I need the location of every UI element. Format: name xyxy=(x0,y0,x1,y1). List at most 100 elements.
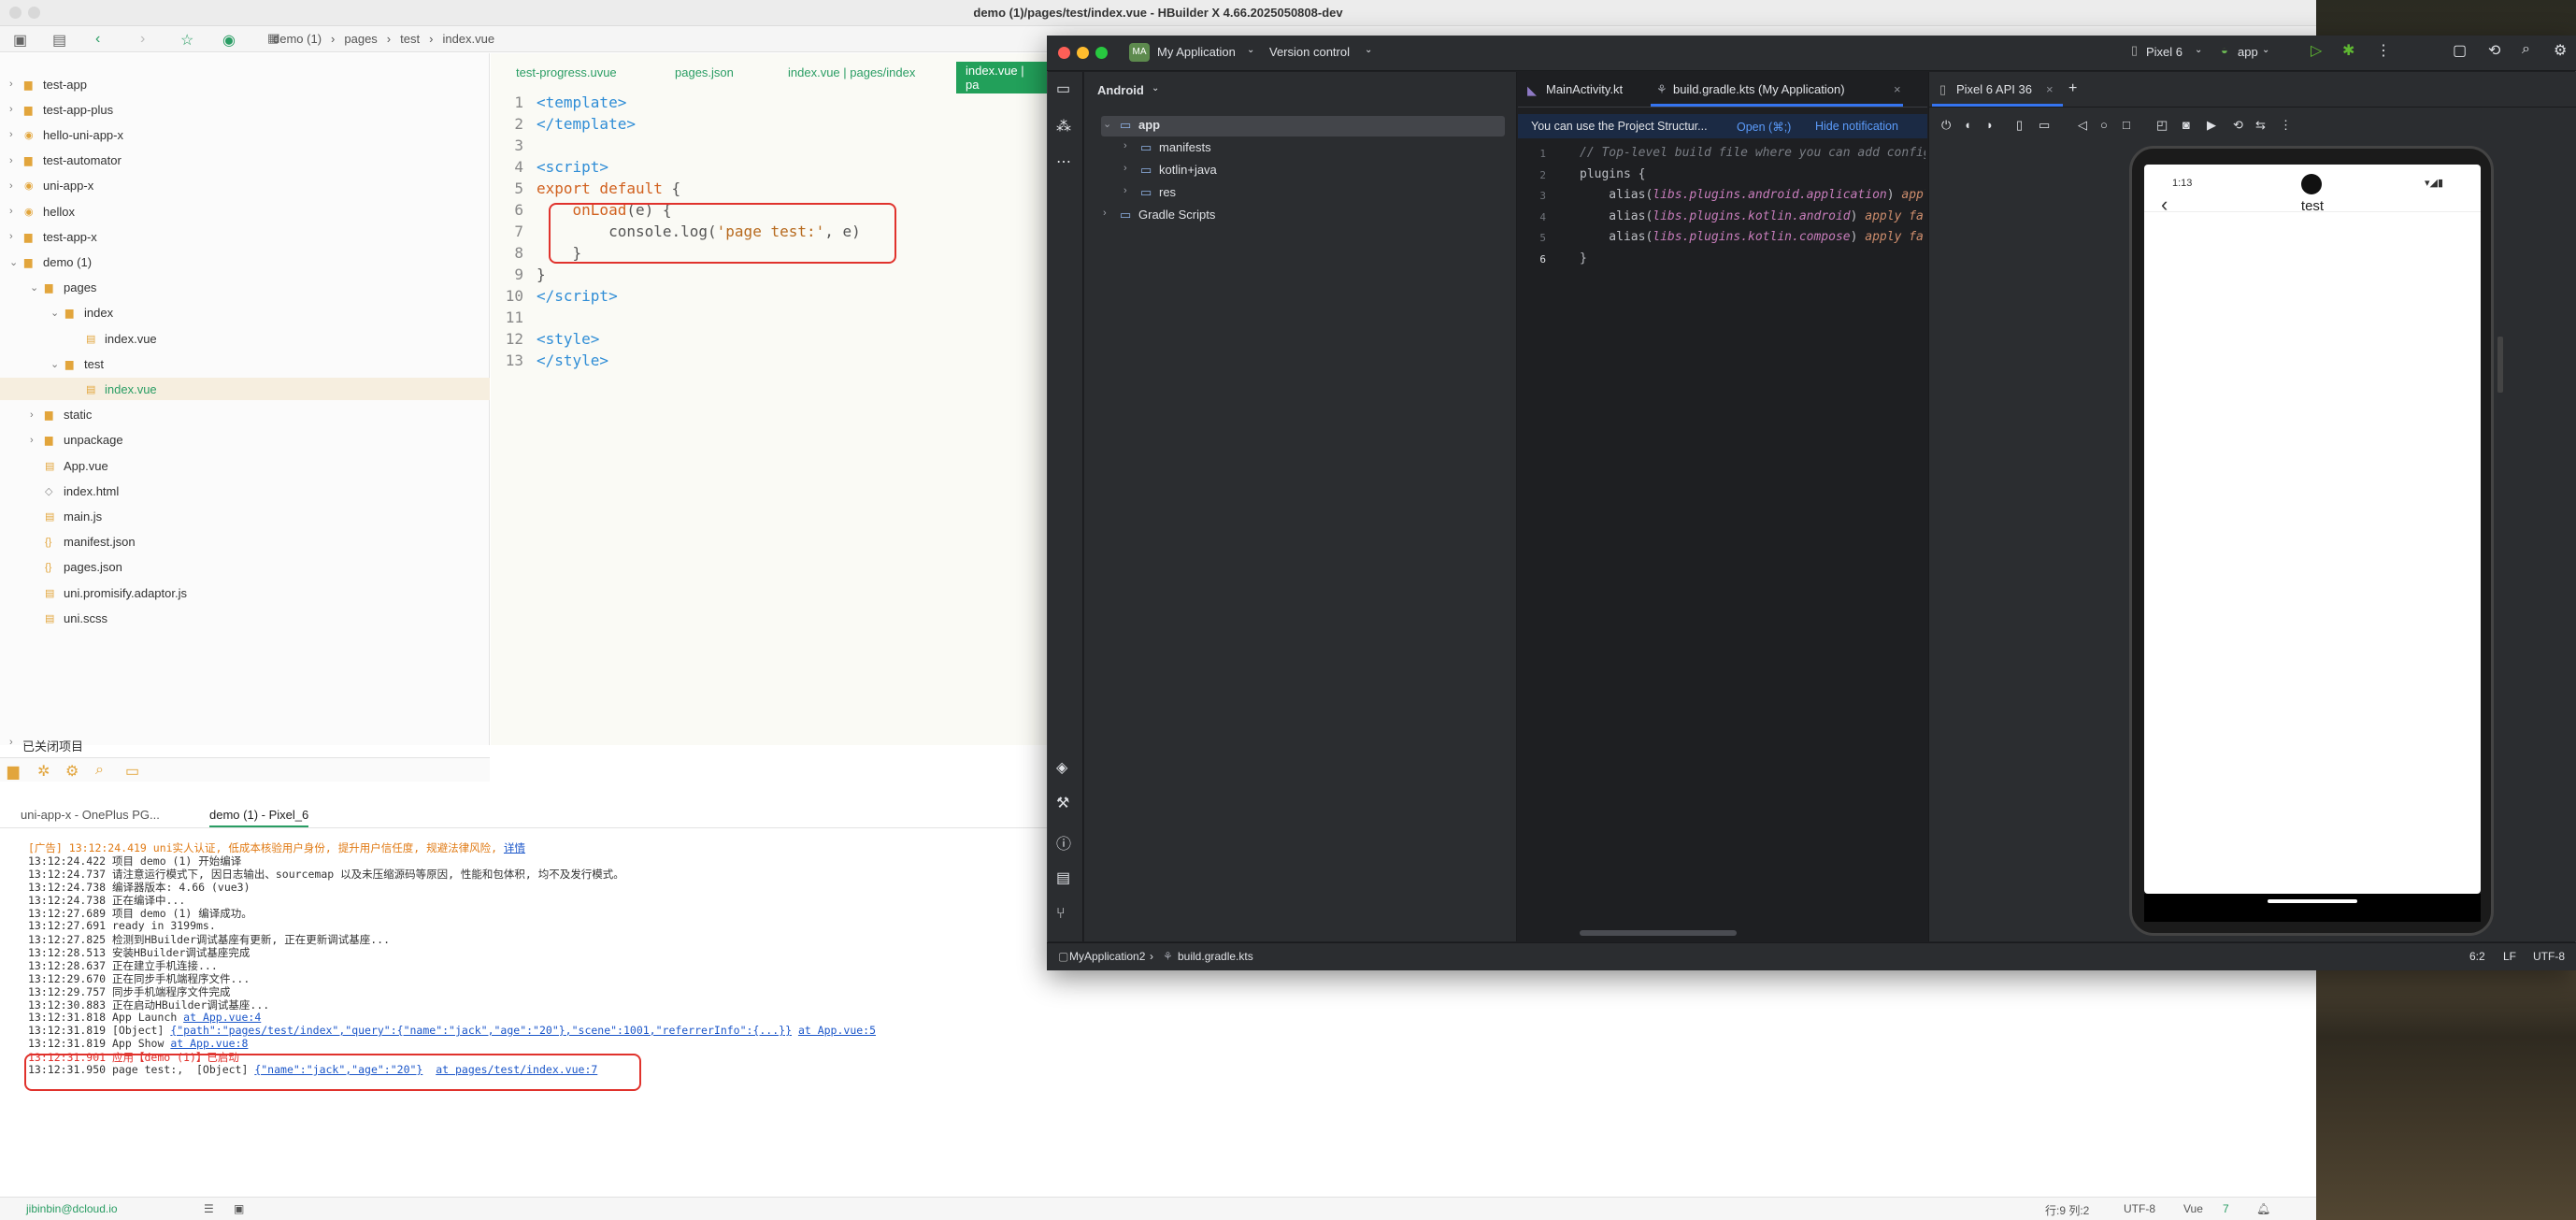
tree-item[interactable]: ▤ uni.promisify.adaptor.js xyxy=(0,581,490,604)
run-config-selector[interactable]: app xyxy=(2238,45,2258,59)
console-tab[interactable]: demo (1) - Pixel_6 xyxy=(209,808,309,827)
rotate-right-icon[interactable]: ▭ xyxy=(2039,118,2050,133)
terminal-icon[interactable]: ▣ xyxy=(234,1202,244,1215)
device-manager-icon[interactable]: ▢ xyxy=(2453,41,2467,60)
tree-item[interactable]: › ▆ test-app xyxy=(0,73,490,95)
fold-icon[interactable]: ◰ xyxy=(2156,118,2168,133)
gem-icon[interactable]: ◈ xyxy=(1056,758,1067,777)
tab-index-vue[interactable]: index.vue | pages/index xyxy=(788,65,915,79)
forward-icon[interactable]: › xyxy=(140,31,145,48)
tab-test-index-vue[interactable]: index.vue | pa xyxy=(956,62,1047,93)
back-icon[interactable]: ‹ xyxy=(95,31,100,48)
close-tab-icon[interactable]: × xyxy=(2046,82,2054,96)
tree-item[interactable]: › ◉ hello-uni-app-x xyxy=(0,123,490,146)
search-icon[interactable]: ⌕ xyxy=(2522,41,2530,58)
debug-icon[interactable]: ✱ xyxy=(2342,41,2354,60)
crumb-item[interactable]: index.vue xyxy=(442,32,494,46)
tree-item[interactable]: › ▆ unpackage xyxy=(0,429,490,452)
git-icon[interactable]: ⑂ xyxy=(1056,906,1066,923)
add-tab-icon[interactable]: + xyxy=(2068,80,2077,97)
device-selector[interactable]: Pixel 6 xyxy=(2146,45,2182,59)
home-icon[interactable]: ○ xyxy=(2100,118,2108,132)
bell-icon[interactable]: 🔔︎ xyxy=(2256,1202,2270,1215)
as-tree-item[interactable]: app xyxy=(1138,118,1160,132)
line-separator[interactable]: LF xyxy=(2503,950,2516,963)
tree-item[interactable]: ▤ index.vue xyxy=(0,378,490,401)
problems-icon[interactable]: ⓘ xyxy=(1056,831,1071,854)
new-file-icon[interactable]: ▣ xyxy=(13,31,27,50)
tree-item[interactable]: ⌄ ▆ index xyxy=(0,302,490,324)
encoding[interactable]: UTF-8 xyxy=(2124,1202,2155,1215)
tree-item[interactable]: ◇ index.html xyxy=(0,480,490,502)
close-tab-icon[interactable]: × xyxy=(1894,82,1901,96)
cursor-position[interactable]: 6:2 xyxy=(2469,950,2485,963)
gear-icon[interactable]: ⚙ xyxy=(2554,41,2567,60)
tree-item[interactable]: › ▆ static xyxy=(0,404,490,426)
status-project[interactable]: MyApplication2 xyxy=(1069,950,1145,963)
horizontal-scrollbar[interactable] xyxy=(1580,930,1737,936)
run-icon[interactable]: ◉ xyxy=(222,31,236,50)
zoom-window-button[interactable] xyxy=(1095,47,1108,59)
tab-build-gradle[interactable]: build.gradle.kts (My Application) xyxy=(1673,82,1845,96)
tree-item[interactable]: {} manifest.json xyxy=(0,531,490,553)
record-icon[interactable]: ▶ xyxy=(2207,118,2216,133)
close-window-button[interactable] xyxy=(1058,47,1070,59)
notification-open-link[interactable]: Open (⌘;) xyxy=(1737,120,1791,134)
tree-item[interactable]: › ▆ test-automator xyxy=(0,150,490,172)
terminal-icon[interactable]: ▤ xyxy=(1056,868,1070,887)
status-file[interactable]: build.gradle.kts xyxy=(1178,950,1253,963)
list-icon[interactable]: ☰ xyxy=(204,1202,214,1215)
plugin-icon[interactable]: ✲ xyxy=(37,762,50,781)
tree-item[interactable]: ▤ App.vue xyxy=(0,454,490,477)
closed-projects-row[interactable]: › 已关闭项目 xyxy=(0,733,490,755)
volume-down-icon[interactable]: ◗ xyxy=(1986,118,1994,132)
more-icon[interactable]: ⋯ xyxy=(1056,152,1071,171)
run-icon[interactable]: ▷ xyxy=(2311,41,2322,60)
emulator-tab[interactable]: Pixel 6 API 36 xyxy=(1956,82,2032,96)
power-icon[interactable]: ⏻ xyxy=(1941,118,1951,133)
tree-item[interactable]: ⌄ ▆ test xyxy=(0,352,490,375)
volume-up-icon[interactable]: ◖ xyxy=(1964,118,1971,132)
gear-icon[interactable]: ⚙ xyxy=(65,762,79,781)
tab-pages-json[interactable]: pages.json xyxy=(675,65,734,79)
build-icon[interactable]: ⚒ xyxy=(1056,794,1069,812)
as-tree-item[interactable]: Gradle Scripts xyxy=(1138,208,1215,222)
tree-item[interactable]: ▤ uni.scss xyxy=(0,607,490,629)
structure-icon[interactable]: ⁂ xyxy=(1056,117,1071,136)
minimize-window-button[interactable] xyxy=(1077,47,1089,59)
more-icon[interactable]: ⋮ xyxy=(2376,41,2391,60)
chat-icon[interactable]: ▭ xyxy=(125,762,139,781)
camera-icon[interactable]: ◙ xyxy=(2182,118,2190,132)
tree-item[interactable]: › ▆ test-app-x xyxy=(0,225,490,248)
console-tab[interactable]: uni-app-x - OnePlus PG... xyxy=(21,808,160,822)
hide-notification-link[interactable]: Hide notification xyxy=(1815,120,1898,133)
user-account[interactable]: jibinbin@dcloud.io xyxy=(26,1202,118,1215)
tab-test-progress[interactable]: test-progress.uvue xyxy=(516,65,617,79)
code-editor[interactable] xyxy=(491,53,1047,745)
file-encoding[interactable]: UTF-8 xyxy=(2533,950,2565,963)
project-folder-icon[interactable]: ▭ xyxy=(1056,79,1070,98)
tree-item[interactable]: ▤ main.js xyxy=(0,505,490,527)
crumb-item[interactable]: pages xyxy=(344,32,377,46)
snapshot-icon[interactable]: ⟲ xyxy=(2233,118,2243,133)
crumb-item[interactable]: test xyxy=(400,32,420,46)
extended-controls-icon[interactable]: ⇆ xyxy=(2255,118,2266,133)
as-tree-item[interactable]: kotlin+java xyxy=(1159,163,1217,177)
as-tree-item[interactable]: res xyxy=(1159,185,1176,199)
language-mode[interactable]: Vue xyxy=(2183,1202,2203,1215)
tree-item[interactable]: ▤ index.vue xyxy=(0,327,490,350)
notification-count[interactable]: 7 xyxy=(2223,1202,2229,1215)
tree-item[interactable]: ⌄ ▆ demo (1) xyxy=(0,251,490,273)
tree-item[interactable]: {} pages.json xyxy=(0,556,490,579)
tab-main-activity[interactable]: MainActivity.kt xyxy=(1546,82,1623,96)
tree-item[interactable]: ⌄ ▆ pages xyxy=(0,277,490,299)
star-icon[interactable]: ☆ xyxy=(180,31,193,50)
gesture-handle[interactable] xyxy=(2268,899,2357,903)
more-icon[interactable]: ⋮ xyxy=(2280,118,2292,133)
vcs-selector[interactable]: Version control xyxy=(1269,45,1350,59)
as-tree-item[interactable]: manifests xyxy=(1159,140,1211,154)
back-icon[interactable]: ◁ xyxy=(2078,118,2087,133)
rotate-left-icon[interactable]: ▯ xyxy=(2016,118,2023,133)
overview-icon[interactable]: □ xyxy=(2123,118,2130,132)
folder-icon[interactable]: ▆ xyxy=(7,762,19,781)
